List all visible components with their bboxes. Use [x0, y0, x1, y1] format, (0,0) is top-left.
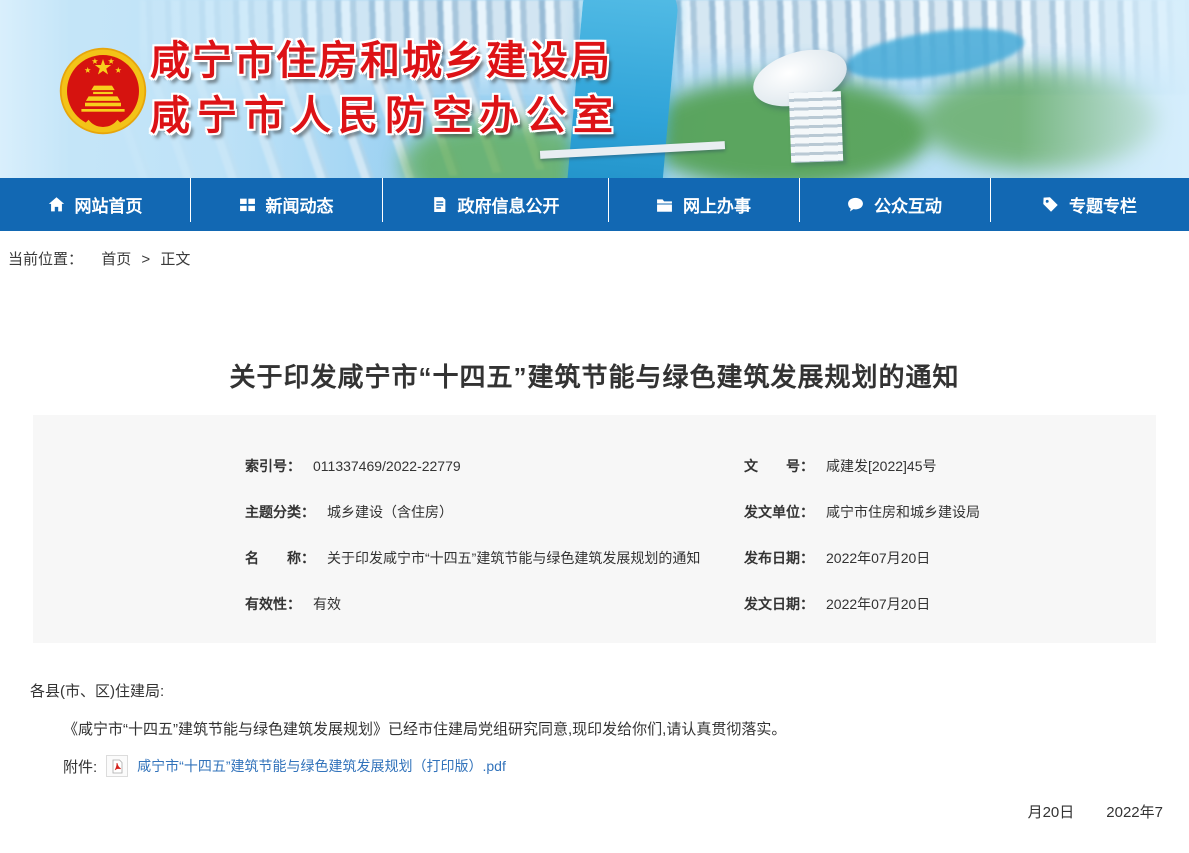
- pdf-icon[interactable]: [106, 755, 128, 777]
- meta-value: 咸建发[2022]45号: [826, 456, 937, 476]
- meta-label: 索引号：: [245, 456, 301, 476]
- home-icon: [48, 196, 65, 213]
- main-nav: 网站首页 新闻动态 政府信息公开 网上办事 公众互动 专题专栏: [0, 178, 1189, 231]
- nav-item-label: 新闻动态: [266, 192, 334, 217]
- meta-row-document-name: 名 称： 关于印发咸宁市“十四五”建筑节能与绿色建筑发展规划的通知: [245, 535, 742, 581]
- site-title-line1: 咸宁市住房和城乡建设局: [150, 36, 620, 86]
- document-icon: [431, 196, 448, 213]
- site-titles: 咸宁市住房和城乡建设局 咸宁市人民防空办公室: [150, 36, 620, 141]
- meta-row-document-number: 文 号： 咸建发[2022]45号: [744, 443, 1156, 489]
- attachment-row: 附件: 咸宁市“十四五”建筑节能与绿色建筑发展规划（打印版）.pdf: [63, 755, 1189, 777]
- meta-column-right: 文 号： 咸建发[2022]45号 发文单位： 咸宁市住房和城乡建设局 发布日期…: [742, 443, 1156, 627]
- meta-label: 发文单位：: [744, 502, 814, 522]
- meta-value: 2022年07月20日: [826, 548, 930, 568]
- meta-label: 文 号：: [744, 456, 814, 476]
- meta-row-issue-date: 发文日期： 2022年07月20日: [744, 581, 1156, 627]
- folder-icon: [656, 196, 673, 213]
- article-greeting: 各县(市、区)住建局:: [30, 681, 1189, 703]
- article-date-part2: 2022年7: [1106, 801, 1163, 822]
- meta-label: 有效性：: [245, 594, 301, 614]
- nav-item-online-services[interactable]: 网上办事: [608, 178, 799, 231]
- meta-value: 2022年07月20日: [826, 594, 930, 614]
- meta-label: 发文日期：: [744, 594, 814, 614]
- meta-label: 发布日期：: [744, 548, 814, 568]
- meta-row-index-number: 索引号： 011337469/2022-22779: [245, 443, 742, 489]
- nav-item-public-interaction[interactable]: 公众互动: [799, 178, 990, 231]
- nav-item-news[interactable]: 新闻动态: [190, 178, 382, 231]
- pdf-icon-glyph: [110, 759, 125, 774]
- nav-item-gov-info[interactable]: 政府信息公开: [382, 178, 608, 231]
- nav-item-label: 网上办事: [683, 192, 751, 217]
- nav-item-label: 专题专栏: [1069, 192, 1137, 217]
- nav-item-home[interactable]: 网站首页: [0, 178, 190, 231]
- tag-icon: [1042, 196, 1059, 213]
- meta-label: 名 称：: [245, 548, 315, 568]
- chat-icon: [847, 196, 864, 213]
- article-date-part1: 月20日: [1028, 801, 1075, 822]
- breadcrumb-current: 正文: [160, 251, 190, 268]
- meta-value: 有效: [313, 594, 341, 614]
- nav-item-label: 政府信息公开: [458, 192, 560, 217]
- breadcrumb-label: 当前位置：: [8, 251, 83, 268]
- page-title: 关于印发咸宁市“十四五”建筑节能与绿色建筑发展规划的通知: [0, 357, 1189, 394]
- attachment-link[interactable]: 咸宁市“十四五”建筑节能与绿色建筑发展规划（打印版）.pdf: [137, 756, 506, 776]
- nav-item-label: 网站首页: [75, 192, 143, 217]
- breadcrumb-home-link[interactable]: 首页: [101, 251, 131, 268]
- article-paragraph: 《咸宁市“十四五”建筑节能与绿色建筑发展规划》已经市住建局党组研究同意,现印发给…: [63, 719, 1149, 741]
- meta-value: 咸宁市住房和城乡建设局: [826, 502, 980, 522]
- nav-item-special-topics[interactable]: 专题专栏: [990, 178, 1189, 231]
- article-date: 月20日 2022年7: [0, 801, 1163, 822]
- grid-icon: [239, 196, 256, 213]
- meta-row-topic-category: 主题分类： 城乡建设（含住房）: [245, 489, 742, 535]
- site-banner: 咸宁市住房和城乡建设局 咸宁市人民防空办公室: [0, 0, 1189, 178]
- meta-label: 主题分类：: [245, 502, 315, 522]
- document-meta-box: 索引号： 011337469/2022-22779 主题分类： 城乡建设（含住房…: [33, 415, 1156, 643]
- meta-value: 城乡建设（含住房）: [327, 502, 453, 522]
- nav-item-label: 公众互动: [874, 192, 942, 217]
- meta-row-issuing-unit: 发文单位： 咸宁市住房和城乡建设局: [744, 489, 1156, 535]
- site-title-line2: 咸宁市人民防空办公室: [150, 91, 620, 141]
- meta-column-left: 索引号： 011337469/2022-22779 主题分类： 城乡建设（含住房…: [33, 443, 742, 627]
- meta-value: 011337469/2022-22779: [313, 458, 461, 474]
- meta-row-validity: 有效性： 有效: [245, 581, 742, 627]
- meta-value: 关于印发咸宁市“十四五”建筑节能与绿色建筑发展规划的通知: [327, 548, 700, 568]
- breadcrumb-separator: >: [141, 251, 150, 268]
- national-emblem-icon: [58, 44, 148, 138]
- meta-row-publish-date: 发布日期： 2022年07月20日: [744, 535, 1156, 581]
- breadcrumb: 当前位置： 首页 > 正文: [0, 231, 1189, 269]
- attachment-label: 附件:: [63, 756, 97, 777]
